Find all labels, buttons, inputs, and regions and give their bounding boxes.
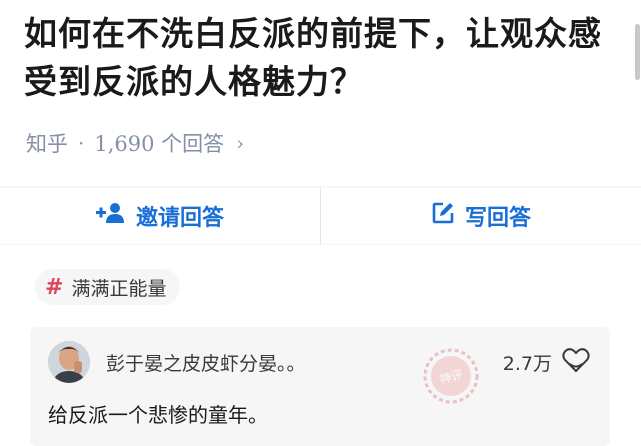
invite-answer-button[interactable]: 邀请回答 (0, 188, 320, 244)
question-meta[interactable]: 知乎 · 1,690 个回答 › (26, 128, 244, 158)
edit-icon (431, 201, 455, 231)
avatar[interactable] (48, 341, 90, 383)
answer-excerpt[interactable]: 给反派一个悲惨的童年。 (48, 399, 268, 428)
answer-count: 1,690 个回答 (94, 132, 225, 156)
question-title[interactable]: 如何在不洗白反派的前提下，让观众感受到反派的人格魅力？ (24, 10, 609, 106)
chevron-right-icon: › (236, 131, 245, 155)
source-label: 知乎 (26, 132, 68, 156)
answer-card[interactable]: 彭于晏之皮皮虾分晏。。 神评 2.7万 给反派一个悲惨的童年。 (30, 327, 610, 446)
meta-separator: · (78, 131, 85, 155)
like-icon[interactable] (562, 347, 590, 373)
hashtag-icon: # (45, 274, 64, 300)
topic-tag-label: 满满正能量 (71, 277, 167, 300)
action-bar: 邀请回答 写回答 (0, 188, 641, 244)
add-user-icon (95, 202, 126, 230)
write-answer-label: 写回答 (464, 205, 531, 231)
scrollbar[interactable] (633, 0, 641, 120)
invite-answer-label: 邀请回答 (135, 205, 224, 231)
write-answer-button[interactable]: 写回答 (321, 188, 641, 244)
featured-comment-stamp: 神评 (420, 345, 482, 407)
question-header: 如何在不洗白反派的前提下，让观众感受到反派的人格魅力？ 知乎 · 1,690 个… (0, 0, 641, 186)
topic-tag[interactable]: # 满满正能量 (35, 269, 181, 305)
answer-section: # 满满正能量 彭于晏之皮皮虾分晏。。 神评 2.7万 给反派一个悲惨的童年。 (0, 245, 641, 446)
like-count: 2.7万 (502, 353, 552, 375)
author-name[interactable]: 彭于晏之皮皮虾分晏。。 (106, 349, 306, 376)
scrollbar-thumb[interactable] (635, 24, 640, 80)
